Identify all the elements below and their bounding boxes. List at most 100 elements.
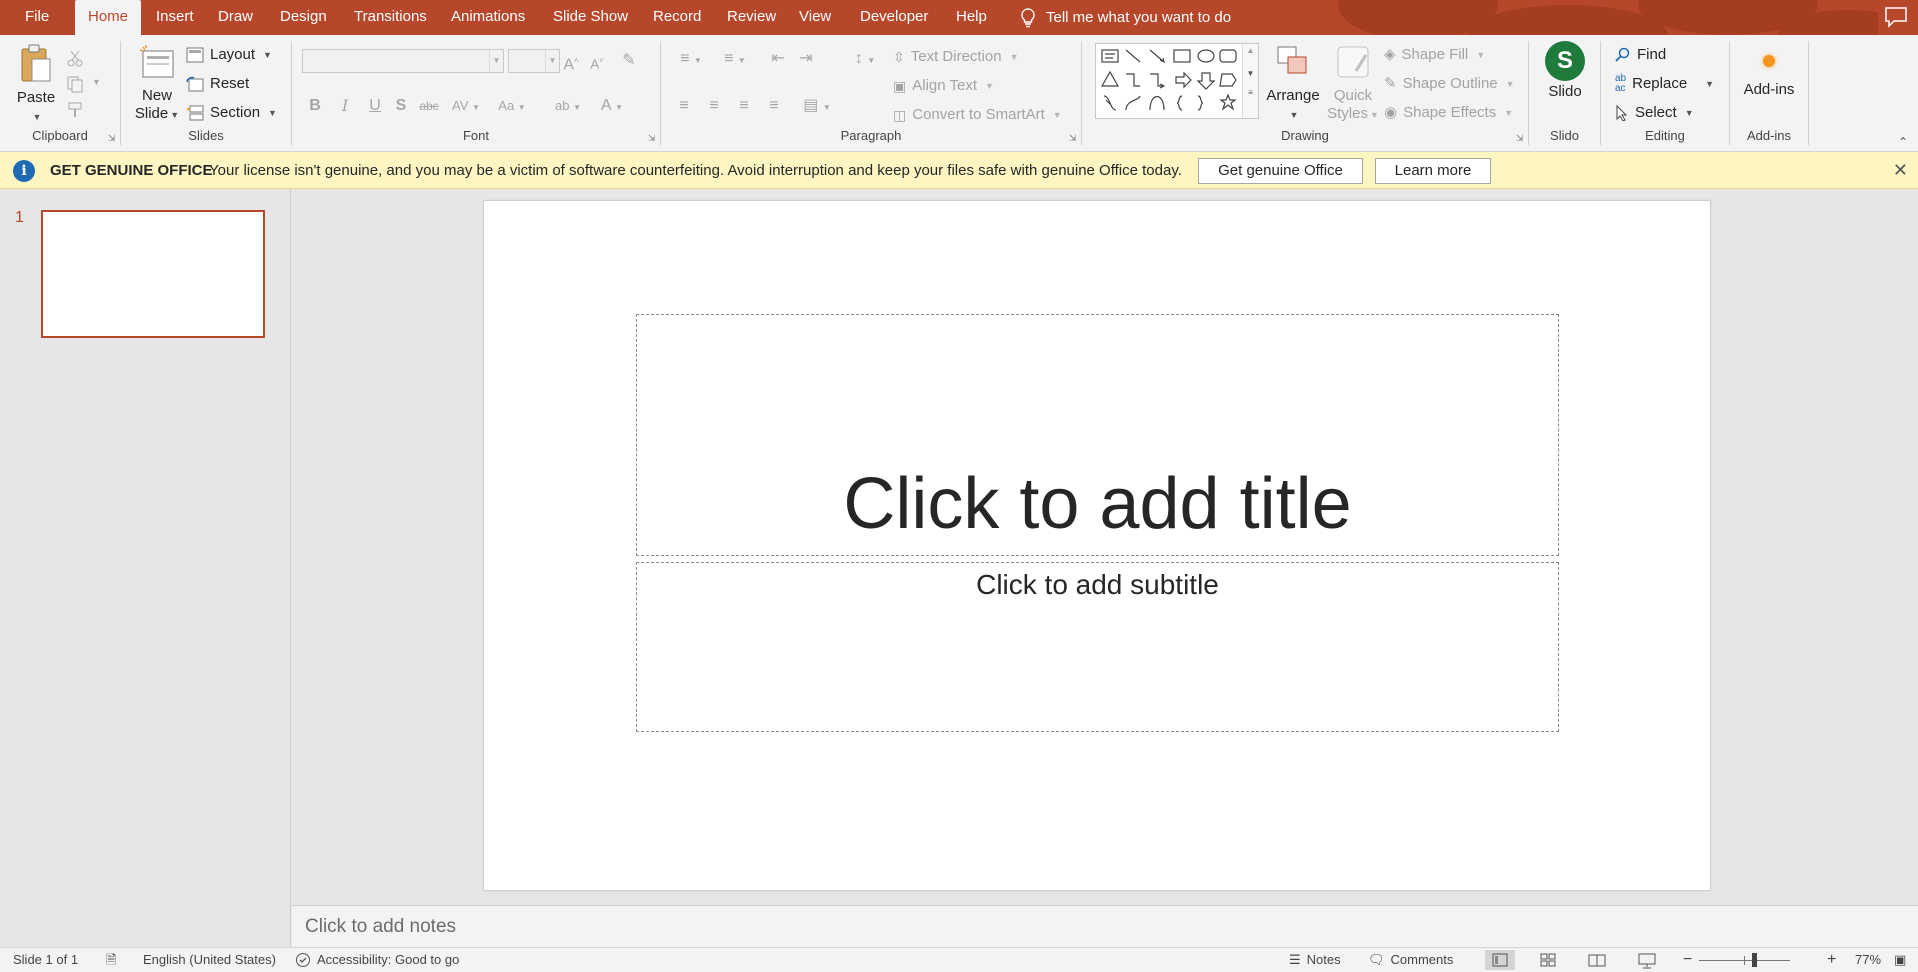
spelling-check-icon[interactable]: 🗎 (106, 948, 116, 972)
shape-outline-button[interactable]: ✎ Shape Outline ▼ (1384, 72, 1515, 96)
character-spacing-icon[interactable]: AV ▼ (446, 94, 486, 118)
slide-show-view-button[interactable] (1632, 950, 1662, 970)
shape-effects-button[interactable]: ◉ Shape Effects ▼ (1384, 101, 1513, 125)
tab-file[interactable]: File (12, 0, 62, 35)
comments-toggle-label: Comments (1390, 952, 1454, 967)
copy-dropdown-icon[interactable]: ▼ (92, 77, 101, 87)
slide-canvas[interactable]: Click to add title Click to add subtitle (483, 200, 1711, 891)
tell-me-search[interactable]: Tell me what you want to do (1020, 0, 1231, 35)
reading-view-button[interactable] (1582, 950, 1612, 970)
clear-formatting-icon[interactable]: ✎ (616, 49, 642, 73)
tab-home[interactable]: Home (75, 0, 142, 35)
font-name-combo[interactable]: ▼ (302, 49, 504, 73)
find-button[interactable]: Find (1615, 43, 1666, 67)
copy-icon[interactable] (66, 75, 84, 93)
fit-slide-icon[interactable]: ▣ (1894, 948, 1906, 972)
tab-slide-show[interactable]: Slide Show (540, 0, 641, 35)
convert-smartart-label: Convert to SmartArt (912, 106, 1045, 123)
tab-draw[interactable]: Draw (205, 0, 266, 35)
collapse-ribbon-icon[interactable]: ⌃ (1898, 135, 1908, 149)
decrease-indent-icon[interactable]: ⇤ (765, 47, 791, 71)
tab-developer[interactable]: Developer (847, 0, 941, 35)
highlight-color-icon[interactable]: ab ▼ (550, 94, 586, 118)
get-genuine-office-button[interactable]: Get genuine Office (1198, 158, 1363, 184)
replace-button[interactable]: ab ac Replace ▼ (1615, 72, 1714, 96)
replace-dropdown-icon[interactable]: ▼ (1705, 72, 1714, 96)
columns-icon[interactable]: ▤ ▼ (799, 94, 835, 118)
tab-review[interactable]: Review (714, 0, 789, 35)
font-size-combo[interactable]: ▼ (508, 49, 560, 73)
paragraph-launcher-icon[interactable]: ⇲ (1069, 133, 1079, 143)
clipboard-launcher-icon[interactable]: ⇲ (108, 133, 118, 143)
text-shadow-icon[interactable]: S (388, 94, 414, 118)
notes-pane[interactable]: Click to add notes (292, 905, 1918, 947)
slide-sorter-icon (1540, 953, 1556, 967)
new-slide-button[interactable]: New Slide ▼ (131, 43, 183, 123)
language-status[interactable]: English (United States) (143, 948, 276, 972)
zoom-level[interactable]: 77% (1855, 948, 1881, 972)
accessibility-status[interactable]: Accessibility: Good to go (295, 948, 459, 972)
increase-font-size-icon[interactable]: A˄ (558, 49, 584, 73)
close-notification-icon[interactable]: ✕ (1893, 160, 1908, 180)
zoom-out-icon[interactable]: − (1683, 948, 1692, 972)
tab-help[interactable]: Help (943, 0, 1000, 35)
slido-button[interactable]: S Slido (1539, 41, 1591, 101)
line-spacing-icon[interactable]: ↕ ▼ (847, 47, 883, 71)
increase-indent-icon[interactable]: ⇥ (793, 47, 819, 71)
layout-button[interactable]: Layout ▼ (186, 43, 272, 67)
tab-insert[interactable]: Insert (143, 0, 207, 35)
change-case-icon[interactable]: Aa ▼ (492, 94, 532, 118)
slide-thumbnail[interactable] (41, 210, 265, 338)
numbering-icon[interactable]: ≡ ▼ (717, 47, 753, 71)
bullets-icon[interactable]: ≡ ▼ (673, 47, 709, 71)
comments-icon[interactable] (1884, 6, 1908, 28)
font-launcher-icon[interactable]: ⇲ (648, 133, 658, 143)
italic-icon[interactable]: I (332, 94, 358, 118)
subtitle-placeholder[interactable]: Click to add subtitle (636, 562, 1559, 732)
align-center-icon[interactable]: ≡ (701, 94, 727, 118)
font-name-dropdown-icon[interactable]: ▼ (489, 50, 503, 72)
section-button[interactable]: Section ▼ (186, 101, 277, 125)
font-color-icon[interactable]: A ▼ (594, 94, 630, 118)
drawing-launcher-icon[interactable]: ⇲ (1516, 133, 1526, 143)
comments-toggle-button[interactable]: 🗨 Comments (1368, 948, 1453, 972)
paste-button[interactable]: Paste ▼ (12, 43, 60, 124)
convert-smartart-button[interactable]: ◫ Convert to SmartArt ▼ (893, 103, 1062, 127)
normal-view-button[interactable] (1485, 950, 1515, 970)
notes-toggle-button[interactable]: ☰ Notes (1289, 948, 1341, 972)
tab-animations[interactable]: Animations (438, 0, 538, 35)
slide-sorter-view-button[interactable] (1533, 950, 1563, 970)
paste-dropdown-icon[interactable]: ▼ (33, 112, 42, 122)
tab-transitions[interactable]: Transitions (341, 0, 440, 35)
format-painter-icon[interactable] (66, 101, 84, 119)
new-slide-dropdown-icon[interactable]: ▼ (170, 110, 179, 120)
tab-view[interactable]: View (786, 0, 844, 35)
quick-styles-button[interactable]: Quick Styles ▼ (1324, 43, 1382, 123)
zoom-slider-thumb[interactable] (1751, 953, 1757, 967)
addins-button[interactable]: Add-ins (1736, 49, 1802, 99)
zoom-in-icon[interactable]: + (1827, 948, 1836, 972)
decrease-font-size-icon[interactable]: A˅ (584, 49, 610, 73)
tab-design[interactable]: Design (267, 0, 340, 35)
underline-icon[interactable]: U (362, 94, 388, 118)
zoom-slider[interactable] (1699, 953, 1790, 967)
align-text-icon: ▣ (893, 78, 907, 94)
cut-icon[interactable] (66, 49, 84, 67)
text-direction-button[interactable]: ⇳ Text Direction ▼ (893, 45, 1019, 69)
shape-fill-button[interactable]: ◈ Shape Fill ▼ (1384, 43, 1485, 67)
title-placeholder[interactable]: Click to add title (636, 314, 1559, 556)
section-icon (187, 105, 204, 121)
arrange-button[interactable]: Arrange ▼ (1262, 43, 1324, 122)
align-left-icon[interactable]: ≡ (671, 94, 697, 118)
select-button[interactable]: Select ▼ (1615, 101, 1694, 125)
tab-record[interactable]: Record (640, 0, 714, 35)
bold-icon[interactable]: B (302, 94, 328, 118)
new-slide-icon (139, 45, 174, 78)
reset-button[interactable]: Reset (186, 72, 249, 96)
align-text-button[interactable]: ▣ Align Text ▼ (893, 74, 994, 98)
strikethrough-icon[interactable]: abc (416, 94, 442, 118)
justify-icon[interactable]: ≡ (761, 94, 787, 118)
learn-more-button[interactable]: Learn more (1375, 158, 1491, 184)
align-right-icon[interactable]: ≡ (731, 94, 757, 118)
font-size-dropdown-icon[interactable]: ▼ (545, 50, 559, 72)
